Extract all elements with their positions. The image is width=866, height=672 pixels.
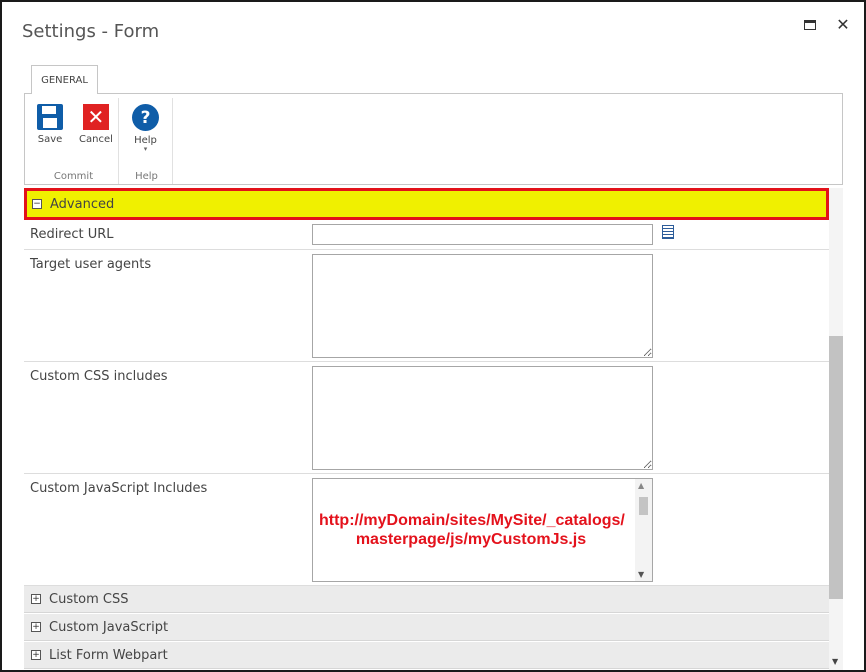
maximize-icon	[804, 20, 816, 30]
expand-icon: +	[31, 594, 41, 604]
cancel-icon: ✕	[82, 104, 109, 130]
field-label: Custom CSS includes	[30, 369, 168, 384]
target-user-agents-textarea[interactable]	[312, 254, 653, 358]
close-button[interactable]: ✕	[832, 14, 854, 36]
scroll-thumb[interactable]	[829, 336, 843, 599]
collapse-icon: −	[32, 199, 42, 209]
custom-css-includes-textarea[interactable]	[312, 366, 653, 470]
annotation-text: http://myDomain/sites/MySite/_catalogs/ …	[319, 512, 625, 548]
field-row-redirect-url: Redirect URL	[24, 220, 829, 250]
help-button[interactable]: ? Help ▾	[132, 104, 159, 153]
field-label: Custom JavaScript Includes	[30, 481, 208, 496]
ribbon-group-help: ? Help ▾ Help	[121, 98, 173, 184]
save-button[interactable]: Save	[37, 104, 63, 145]
settings-dialog: Settings - Form ✕ GENERAL Save ✕ Cancel …	[0, 0, 866, 672]
expand-icon: +	[31, 622, 41, 632]
field-row-target-user-agents: Target user agents	[24, 250, 829, 362]
section-label: Custom CSS	[49, 592, 129, 607]
browse-icon[interactable]	[662, 225, 674, 239]
form-content: − Advanced Redirect URL Target user agen…	[24, 188, 829, 670]
dialog-title: Settings - Form	[22, 21, 160, 42]
cancel-button[interactable]: ✕ Cancel	[79, 104, 113, 145]
section-label: Advanced	[50, 197, 115, 212]
textarea-scrollbar[interactable]: ▲ ▼	[635, 479, 652, 581]
tab-general[interactable]: GENERAL	[31, 65, 98, 94]
expand-icon: +	[31, 650, 41, 660]
ribbon-group-commit: Save ✕ Cancel Commit	[29, 98, 119, 184]
content-scrollbar[interactable]: ▼	[829, 188, 843, 670]
save-icon	[37, 104, 63, 130]
redirect-url-input[interactable]	[312, 224, 653, 245]
scroll-down-icon[interactable]: ▼	[638, 570, 644, 579]
field-label: Target user agents	[30, 257, 152, 272]
section-list-form-webpart[interactable]: + List Form Webpart	[24, 642, 829, 669]
scroll-up-icon[interactable]: ▲	[638, 481, 644, 490]
ribbon: Save ✕ Cancel Commit ? Help ▾ Help	[24, 93, 843, 185]
cancel-label: Cancel	[79, 134, 113, 145]
section-custom-javascript[interactable]: + Custom JavaScript	[24, 614, 829, 641]
field-row-custom-js-includes: Custom JavaScript Includes http://myDoma…	[24, 474, 829, 586]
custom-js-includes-textarea[interactable]: http://myDomain/sites/MySite/_catalogs/ …	[312, 478, 653, 582]
field-row-custom-css-includes: Custom CSS includes	[24, 362, 829, 474]
ribbon-group-label: Help	[135, 171, 158, 182]
section-label: Custom JavaScript	[49, 620, 169, 635]
chevron-down-icon: ▾	[143, 145, 148, 153]
maximize-button[interactable]	[799, 14, 821, 36]
section-label: List Form Webpart	[49, 648, 168, 663]
close-icon: ✕	[836, 15, 850, 34]
advanced-section-header[interactable]: − Advanced	[24, 188, 829, 220]
save-label: Save	[37, 134, 63, 145]
ribbon-group-label: Commit	[53, 171, 94, 182]
scroll-thumb[interactable]	[639, 497, 648, 515]
scroll-down-icon[interactable]: ▼	[832, 657, 838, 666]
field-label: Redirect URL	[30, 227, 114, 242]
section-custom-css[interactable]: + Custom CSS	[24, 586, 829, 613]
help-icon: ?	[132, 104, 159, 131]
